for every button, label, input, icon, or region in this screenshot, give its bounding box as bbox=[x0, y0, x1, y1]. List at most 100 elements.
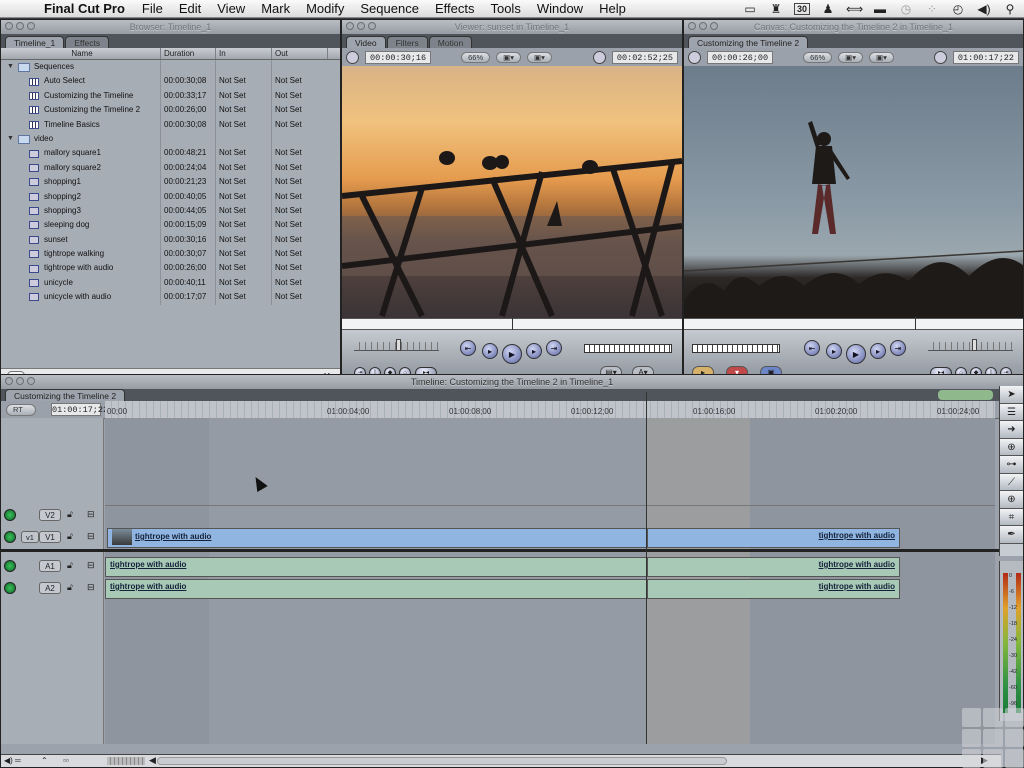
browser-item-row[interactable]: shopping2 00:00:40;05 Not Set Not Set bbox=[1, 189, 340, 204]
browser-item-row[interactable]: tightrope walking 00:00:30;07 Not Set Not S… bbox=[1, 247, 340, 262]
play-in-to-out-button[interactable]: ▸ bbox=[826, 343, 842, 359]
selection-tool[interactable]: ➤ bbox=[1000, 386, 1023, 404]
track-name[interactable]: V1 bbox=[39, 531, 61, 543]
video-clip-v1[interactable]: tightrope with audio bbox=[107, 528, 647, 548]
zoom-button[interactable] bbox=[368, 22, 376, 30]
audio-clip-a2-end[interactable]: tightrope with audio bbox=[647, 579, 900, 599]
viewer-scrubber-bar[interactable] bbox=[342, 316, 682, 330]
track-area[interactable]: tightrope with audio tightrope with audi… bbox=[1, 392, 1001, 744]
track-visibility-icon[interactable] bbox=[4, 531, 16, 543]
viewer-video-frame[interactable] bbox=[342, 66, 682, 318]
zoom-popup[interactable]: 66% bbox=[803, 51, 833, 63]
track-size-icon[interactable]: ▫▫ bbox=[63, 756, 69, 765]
track-divider[interactable] bbox=[1, 549, 1001, 552]
auto-select-icon[interactable]: ⊟ bbox=[87, 531, 95, 542]
next-edit-button[interactable]: ⇥ bbox=[890, 340, 906, 356]
timeline-ruler[interactable]: 00;00 01:00:04;00 01:00:08;00 01:00:12;00 01… bbox=[105, 401, 995, 419]
jog-control[interactable] bbox=[692, 344, 780, 353]
browser-item-row[interactable]: shopping1 00:00:21;23 Not Set Not Set bbox=[1, 175, 340, 190]
app-menu[interactable]: Final Cut Pro bbox=[36, 1, 134, 16]
column-name[interactable]: Name bbox=[1, 48, 161, 59]
column-duration[interactable]: Duration bbox=[161, 48, 216, 59]
roll-tool[interactable]: ⊕ bbox=[1000, 438, 1023, 456]
browser-item-row[interactable]: sleeping dog 00:00:15;09 Not Set Not Set bbox=[1, 218, 340, 233]
crop-tool[interactable]: ⌗ bbox=[1000, 508, 1023, 526]
jog-control[interactable] bbox=[584, 344, 672, 353]
canvas-scrubber-bar[interactable] bbox=[684, 316, 1023, 330]
play-in-to-out-button[interactable]: ▸ bbox=[482, 343, 498, 359]
menu-window[interactable]: Window bbox=[529, 1, 591, 16]
canvas-current-timecode[interactable]: 01:00:17;22 bbox=[952, 50, 1019, 64]
time-machine-icon[interactable]: ◷ bbox=[898, 2, 914, 16]
play-button[interactable]: ▶ bbox=[846, 344, 866, 364]
browser-item-row[interactable]: unicycle 00:00:40;11 Not Set Not Set bbox=[1, 275, 340, 291]
zoom-popup[interactable]: 66% bbox=[461, 51, 491, 63]
menu-view[interactable]: View bbox=[209, 1, 253, 16]
overlay-popup[interactable]: ▣▾ bbox=[526, 51, 552, 63]
auto-select-icon[interactable]: ⊟ bbox=[87, 582, 95, 593]
lock-icon[interactable]: 🔓︎ bbox=[67, 509, 73, 520]
lock-icon[interactable]: 🔓︎ bbox=[67, 582, 73, 593]
menu-modify[interactable]: Modify bbox=[298, 1, 352, 16]
menu-sequence[interactable]: Sequence bbox=[352, 1, 427, 16]
close-button[interactable] bbox=[5, 377, 13, 385]
audio-clip-a2[interactable]: tightrope with audio bbox=[105, 579, 647, 599]
browser-item-row[interactable]: unicycle with audio 00:00:17;07 Not Set Not… bbox=[1, 290, 340, 305]
browser-item-row[interactable]: Customizing the Timeline 2 00:00:26;00 Not… bbox=[1, 103, 340, 118]
play-button[interactable]: ▶ bbox=[502, 344, 522, 364]
tab-timeline-1[interactable]: Timeline_1 bbox=[5, 36, 65, 48]
browser-item-row[interactable]: Timeline Basics 00:00:30;08 Not Set Not Set bbox=[1, 117, 340, 132]
date-icon[interactable]: 30 bbox=[794, 3, 810, 15]
view-popup[interactable]: ▣▾ bbox=[496, 51, 521, 63]
audio-controls-icon[interactable]: ◀) bbox=[4, 756, 13, 765]
menu-file[interactable]: File bbox=[134, 1, 171, 16]
audio-enable-icon[interactable] bbox=[4, 582, 16, 594]
scroll-left-icon[interactable]: ◀ bbox=[149, 755, 156, 766]
menu-mark[interactable]: Mark bbox=[253, 1, 298, 16]
zoom-button[interactable] bbox=[27, 377, 35, 385]
track-visibility-icon[interactable] bbox=[4, 509, 16, 521]
canvas-playhead[interactable] bbox=[915, 316, 917, 330]
viewer-duration-timecode[interactable]: 00:00:30;16 bbox=[365, 50, 432, 64]
viewer-current-timecode[interactable]: 00:02:52;25 bbox=[611, 50, 678, 64]
timeline-hscrollbar[interactable] bbox=[157, 757, 727, 765]
play-around-button[interactable]: ▸ bbox=[870, 343, 886, 359]
tab-effects[interactable]: Effects bbox=[65, 36, 110, 48]
zoom-slider[interactable] bbox=[107, 757, 145, 765]
next-edit-button[interactable]: ⇥ bbox=[546, 340, 562, 356]
canvas-video-frame[interactable] bbox=[684, 66, 1023, 318]
auto-select-icon[interactable]: ⊟ bbox=[87, 509, 95, 520]
tab-motion[interactable]: Motion bbox=[428, 36, 473, 48]
minimize-button[interactable] bbox=[16, 22, 24, 30]
audio-clip-a1[interactable]: tightrope with audio bbox=[105, 557, 647, 577]
arrows-icon[interactable]: ⟺ bbox=[846, 2, 863, 16]
overlay-popup[interactable]: ▣▾ bbox=[868, 51, 894, 63]
shuttle-slider[interactable] bbox=[354, 339, 439, 351]
tab-filters[interactable]: Filters bbox=[386, 36, 428, 48]
column-in[interactable]: In bbox=[216, 48, 272, 59]
view-popup[interactable]: ▣▾ bbox=[838, 51, 863, 63]
filmstrip-icon[interactable]: ▭ bbox=[742, 2, 758, 16]
shuttle-slider[interactable] bbox=[928, 339, 1013, 351]
previous-edit-button[interactable]: ⇤ bbox=[460, 340, 476, 356]
volume-icon[interactable]: ◀) bbox=[976, 2, 992, 16]
browser-item-row[interactable]: shopping3 00:00:44;05 Not Set Not Set bbox=[1, 203, 340, 219]
close-button[interactable] bbox=[688, 22, 696, 30]
clock-icon[interactable]: ◴ bbox=[950, 2, 966, 16]
audio-enable-icon[interactable] bbox=[4, 560, 16, 572]
close-button[interactable] bbox=[5, 22, 13, 30]
display-icon[interactable]: ▬ bbox=[872, 2, 888, 16]
zoom-button[interactable] bbox=[27, 22, 35, 30]
auto-select-icon[interactable]: ⊟ bbox=[87, 560, 95, 571]
tab-sequence[interactable]: Customizing the Timeline 2 bbox=[688, 36, 809, 48]
bin-row[interactable]: ▼ Sequences bbox=[1, 60, 340, 75]
viewer-playhead[interactable] bbox=[512, 316, 513, 330]
minimize-button[interactable] bbox=[16, 377, 24, 385]
play-around-button[interactable]: ▸ bbox=[526, 343, 542, 359]
column-out[interactable]: Out bbox=[272, 48, 328, 59]
hat-icon[interactable]: ♜ bbox=[768, 2, 784, 16]
spotlight-icon[interactable]: ⚲ bbox=[1002, 2, 1018, 16]
minimize-button[interactable] bbox=[357, 22, 365, 30]
track-height-icon[interactable]: ═ bbox=[15, 756, 21, 765]
razor-tool[interactable]: ⟋ bbox=[1000, 473, 1023, 491]
